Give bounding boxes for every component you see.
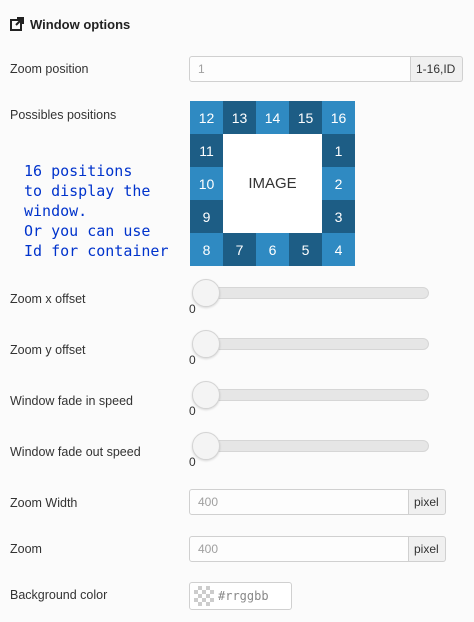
position-cell[interactable]: 6 [256,233,289,266]
help-line: to display the [24,182,151,200]
background-color-label: Background color [10,588,108,602]
zoom-position-addon: 1-16,ID [411,56,463,82]
zoom-y-offset-label: Zoom y offset [10,343,86,357]
zoom-width-label: Zoom Width [10,496,78,510]
zoom-position-input[interactable]: 1 [189,56,411,82]
zoom-width-input[interactable]: 400 [189,489,409,515]
position-cell[interactable]: 13 [223,101,256,134]
color-swatch-icon[interactable] [194,586,214,606]
help-line: window. [24,202,88,220]
position-cell[interactable]: 2 [322,167,355,200]
fade-in-speed-track[interactable] [200,389,429,401]
fade-in-speed-label: Window fade in speed [10,394,133,408]
zoom-position-label: Zoom position [10,62,89,76]
fade-in-speed-value: 0 [189,404,196,418]
zoom-x-offset-label: Zoom x offset [10,292,86,306]
fade-out-speed-label: Window fade out speed [10,445,141,459]
zoom-y-offset-value: 0 [189,353,196,367]
positions-grid: 12 13 14 15 16 11 10 9 IMAGE 1 2 3 8 7 6… [190,101,355,266]
position-cell[interactable]: 14 [256,101,289,134]
zoom-label: Zoom [10,542,42,556]
section-header: Window options [10,14,130,34]
position-cell[interactable]: 5 [289,233,322,266]
zoom-y-offset-track[interactable] [200,338,429,350]
section-title: Window options [30,16,131,32]
position-cell[interactable]: 16 [322,101,355,134]
zoom-x-offset-thumb[interactable] [192,279,220,307]
positions-help-text: 16 positions to display the window. Or y… [24,161,169,261]
background-color-picker[interactable]: #rrggbb [189,582,292,610]
position-cell[interactable]: 15 [289,101,322,134]
help-line: Or you can use [24,222,151,240]
possible-positions-label: Possibles positions [10,108,117,122]
zoom-y-offset-thumb[interactable] [192,330,220,358]
position-cell[interactable]: 11 [190,134,223,167]
position-cell[interactable]: 3 [322,200,355,233]
zoom-input[interactable]: 400 [189,536,409,562]
background-color-input[interactable]: #rrggbb [218,589,269,603]
fade-out-speed-value: 0 [189,455,196,469]
position-cell[interactable]: 9 [190,200,223,233]
fade-out-speed-track[interactable] [200,440,429,452]
position-cell[interactable]: 7 [223,233,256,266]
zoom-x-offset-value: 0 [189,302,196,316]
external-link-icon [10,17,24,31]
fade-out-speed-thumb[interactable] [192,432,220,460]
position-cell[interactable]: 12 [190,101,223,134]
image-placeholder: IMAGE [223,134,322,233]
help-line: 16 positions [24,162,133,180]
position-cell[interactable]: 8 [190,233,223,266]
fade-in-speed-thumb[interactable] [192,381,220,409]
position-cell[interactable]: 4 [322,233,355,266]
zoom-addon: pixel [409,536,446,562]
zoom-width-addon: pixel [409,489,446,515]
position-cell[interactable]: 1 [322,134,355,167]
help-line: Id for container [24,242,169,260]
zoom-x-offset-track[interactable] [200,287,429,299]
position-cell[interactable]: 10 [190,167,223,200]
